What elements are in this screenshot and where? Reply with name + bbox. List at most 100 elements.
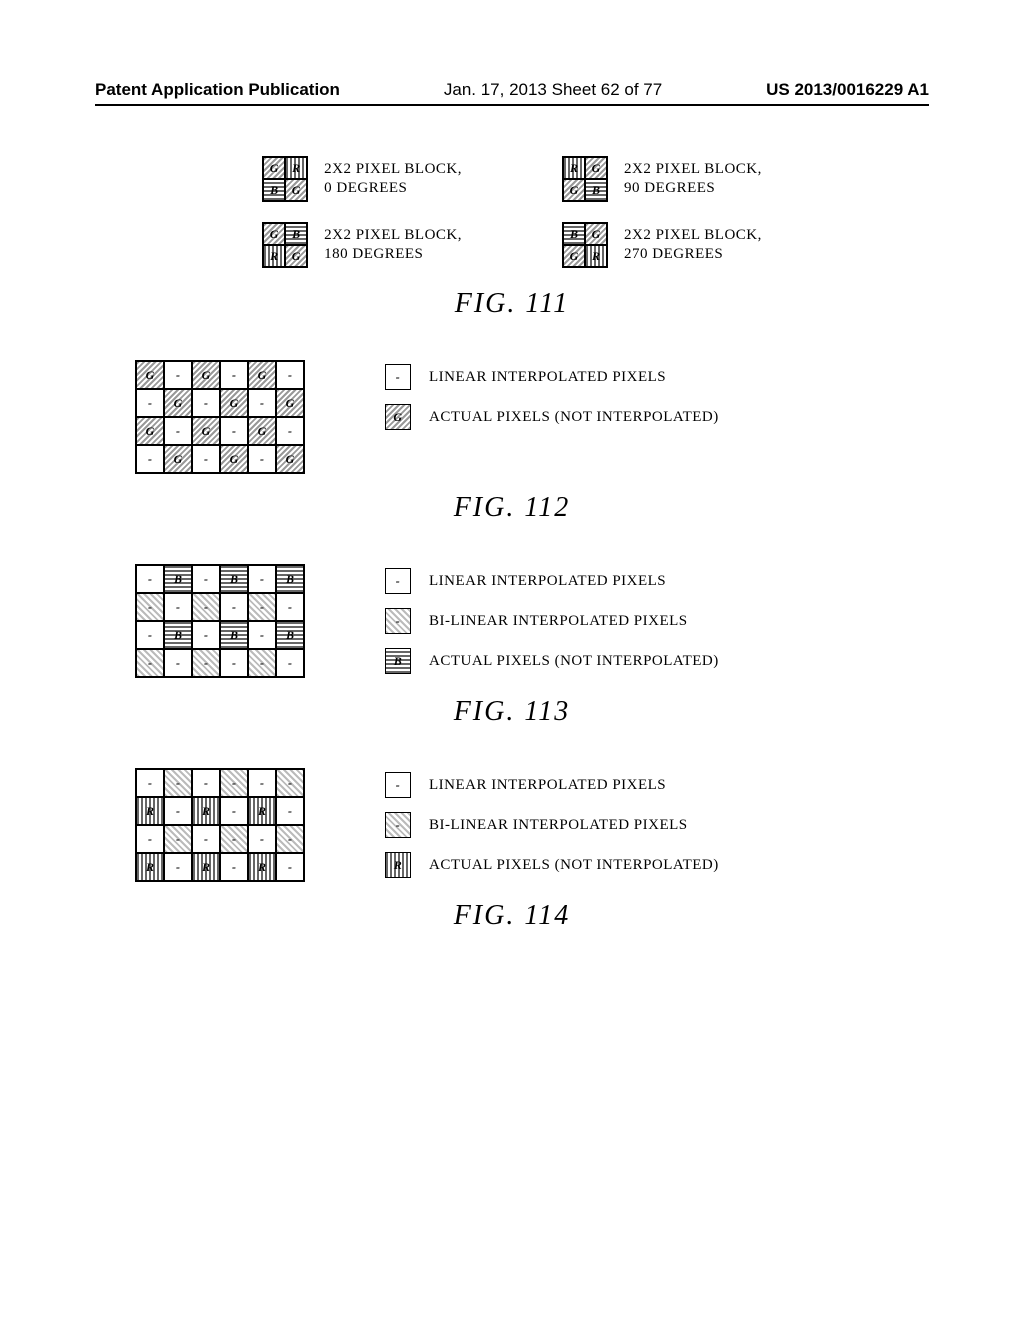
cell-b: B [585, 179, 607, 201]
grid-cell: - [192, 445, 220, 473]
grid-cell: - [192, 649, 220, 677]
grid-cell: - [136, 621, 164, 649]
grid-cell: G [248, 417, 276, 445]
legend-linear: - LINEAR INTERPOLATED PIXELS [385, 772, 719, 798]
grid-cell: - [164, 769, 192, 797]
block-180deg: G B R G 2X2 PIXEL BLOCK, 180 DEGREES [262, 222, 462, 268]
grid-cell: - [276, 649, 304, 677]
fig114-caption: FIG. 114 [95, 900, 929, 932]
grid-cell: - [248, 565, 276, 593]
grid-cell: R [192, 853, 220, 881]
fig112-grid: G-G-G--G-G-GG-G-G--G-G-G [135, 360, 305, 474]
grid-cell: - [248, 445, 276, 473]
grid-cell: - [136, 649, 164, 677]
grid-cell: - [136, 593, 164, 621]
cell-g: G [585, 223, 607, 245]
grid-cell: G [164, 389, 192, 417]
grid-cell: - [136, 825, 164, 853]
legend-actual: G ACTUAL PIXELS (NOT INTERPOLATED) [385, 404, 719, 430]
grid-cell: G [248, 361, 276, 389]
legend-box-plain: - [385, 364, 411, 390]
grid-cell: - [248, 769, 276, 797]
grid-cell: - [248, 649, 276, 677]
grid-cell: B [276, 565, 304, 593]
legend-text: ACTUAL PIXELS (NOT INTERPOLATED) [429, 653, 719, 670]
grid-cell: - [192, 593, 220, 621]
block-label: 2X2 PIXEL BLOCK, 90 DEGREES [624, 160, 762, 199]
lbl-l2: 270 DEGREES [624, 246, 723, 262]
grid-cell: - [276, 417, 304, 445]
grid-cell: - [248, 593, 276, 621]
fig114-legend: - LINEAR INTERPOLATED PIXELS - BI-LINEAR… [385, 772, 719, 882]
grid-cell: - [220, 853, 248, 881]
grid-cell: - [136, 389, 164, 417]
grid-cell: R [136, 797, 164, 825]
legend-text: BI-LINEAR INTERPOLATED PIXELS [429, 613, 688, 630]
block-label: 2X2 PIXEL BLOCK, 270 DEGREES [624, 226, 762, 265]
block-90deg: R G G B 2X2 PIXEL BLOCK, 90 DEGREES [562, 156, 762, 202]
pixel-block: G R B G [262, 156, 308, 202]
legend-box-r: R [385, 852, 411, 878]
cell-r: R [585, 245, 607, 267]
grid-cell: - [220, 593, 248, 621]
cell-g: G [263, 223, 285, 245]
grid-cell: - [136, 769, 164, 797]
grid-cell: - [192, 825, 220, 853]
grid-cell: R [248, 797, 276, 825]
fig112-caption: FIG. 112 [95, 492, 929, 524]
grid-cell: G [136, 361, 164, 389]
fig113-caption: FIG. 113 [95, 696, 929, 728]
grid-cell: R [192, 797, 220, 825]
grid-cell: - [220, 825, 248, 853]
fig113-legend: - LINEAR INTERPOLATED PIXELS - BI-LINEAR… [385, 568, 719, 678]
grid-cell: B [220, 621, 248, 649]
grid-cell: G [220, 389, 248, 417]
legend-text: LINEAR INTERPOLATED PIXELS [429, 369, 666, 386]
pixel-block: B G G R [562, 222, 608, 268]
legend-text: ACTUAL PIXELS (NOT INTERPOLATED) [429, 857, 719, 874]
grid-cell: - [276, 361, 304, 389]
lbl-l1: 2X2 PIXEL BLOCK, [324, 161, 462, 177]
lbl-l2: 90 DEGREES [624, 180, 715, 196]
legend-bilinear: - BI-LINEAR INTERPOLATED PIXELS [385, 812, 719, 838]
lbl-l2: 180 DEGREES [324, 246, 423, 262]
grid-cell: G [164, 445, 192, 473]
grid-cell: - [192, 769, 220, 797]
cell-g: G [563, 179, 585, 201]
grid-cell: R [136, 853, 164, 881]
grid-cell: - [136, 445, 164, 473]
block-0deg: G R B G 2X2 PIXEL BLOCK, 0 DEGREES [262, 156, 462, 202]
fig-111: G R B G 2X2 PIXEL BLOCK, 0 DEGREES R G G… [95, 156, 929, 320]
fig112-legend: - LINEAR INTERPOLATED PIXELS G ACTUAL PI… [385, 364, 719, 474]
cell-g: G [285, 179, 307, 201]
fig111-row-1: G R B G 2X2 PIXEL BLOCK, 0 DEGREES R G G… [95, 156, 929, 202]
grid-cell: B [164, 621, 192, 649]
grid-cell: R [248, 853, 276, 881]
grid-cell: B [220, 565, 248, 593]
legend-text: LINEAR INTERPOLATED PIXELS [429, 573, 666, 590]
pub-number: US 2013/0016229 A1 [766, 80, 929, 100]
block-label: 2X2 PIXEL BLOCK, 0 DEGREES [324, 160, 462, 199]
legend-box-b: B [385, 648, 411, 674]
pixel-block: R G G B [562, 156, 608, 202]
grid-cell: - [164, 361, 192, 389]
legend-text: LINEAR INTERPOLATED PIXELS [429, 777, 666, 794]
lbl-l1: 2X2 PIXEL BLOCK, [324, 227, 462, 243]
cell-r: R [285, 157, 307, 179]
grid-cell: - [276, 825, 304, 853]
grid-cell: - [192, 389, 220, 417]
grid-cell: - [248, 621, 276, 649]
pixel-block: G B R G [262, 222, 308, 268]
fig111-row-2: G B R G 2X2 PIXEL BLOCK, 180 DEGREES B G… [95, 222, 929, 268]
grid-cell: - [220, 797, 248, 825]
cell-r: R [563, 157, 585, 179]
grid-cell: - [220, 361, 248, 389]
grid-cell: B [276, 621, 304, 649]
legend-box-bilinear: - [385, 812, 411, 838]
grid-cell: - [248, 825, 276, 853]
legend-box-plain: - [385, 772, 411, 798]
legend-box-g: G [385, 404, 411, 430]
grid-cell: B [164, 565, 192, 593]
legend-actual: B ACTUAL PIXELS (NOT INTERPOLATED) [385, 648, 719, 674]
legend-linear: - LINEAR INTERPOLATED PIXELS [385, 568, 719, 594]
